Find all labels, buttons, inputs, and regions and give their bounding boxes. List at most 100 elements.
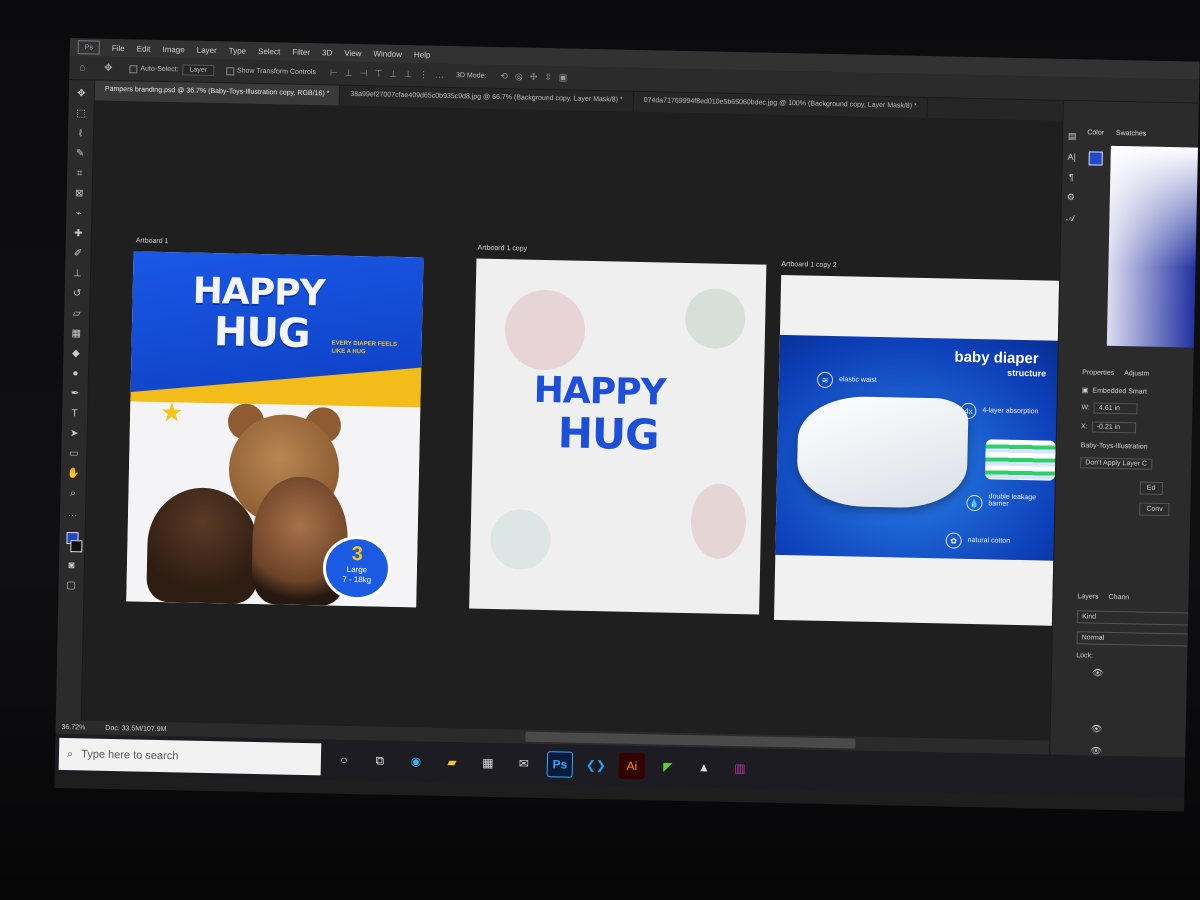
scale-3d-icon[interactable]: ▣ (559, 72, 568, 83)
glyphs-icon[interactable]: 𝒜 (1066, 213, 1075, 224)
menu-layer[interactable]: Layer (191, 45, 223, 55)
blur-icon[interactable]: ◆ (69, 346, 83, 360)
task-view-icon[interactable]: ⧉ (367, 747, 394, 774)
color-swatch[interactable] (1088, 151, 1103, 166)
type-icon[interactable]: T (67, 406, 81, 420)
layer-filter-kind[interactable]: Kind (1076, 610, 1190, 626)
align-middle-icon[interactable]: ⊥ (389, 69, 397, 80)
menu-view[interactable]: View (338, 48, 367, 58)
file-explorer-icon[interactable]: ▰ (439, 749, 466, 776)
illustrator-icon[interactable]: Ai (618, 752, 646, 780)
distribute-icon[interactable]: ⋮ (419, 69, 428, 80)
properties-icon[interactable]: ⚙ (1067, 192, 1075, 203)
more-tools-icon[interactable]: … (65, 506, 79, 520)
eyedropper-icon[interactable]: ⌁ (72, 206, 86, 220)
artboard-2[interactable]: HAPPY HUG (469, 258, 767, 615)
store-icon[interactable]: ▦ (475, 750, 502, 777)
align-left-icon[interactable]: ⊢ (330, 67, 338, 78)
orbit-icon[interactable]: ⟲ (500, 71, 508, 82)
blend-mode-dropdown[interactable]: Normal (1076, 631, 1189, 647)
tab-swatches[interactable]: Swatches (1116, 130, 1146, 138)
dodge-icon[interactable]: ● (68, 366, 82, 380)
background-color-swatch[interactable] (69, 540, 82, 553)
gradient-icon[interactable]: ▦ (69, 326, 83, 340)
menu-image[interactable]: Image (156, 44, 190, 54)
align-center-icon[interactable]: ⊥ (345, 68, 353, 79)
cortana-icon[interactable]: ○ (331, 747, 358, 774)
more-icon[interactable]: … (435, 70, 444, 81)
slide-3d-icon[interactable]: ⇳ (544, 72, 552, 83)
roll-icon[interactable]: ◎ (515, 71, 523, 82)
edge-icon[interactable]: ◉ (403, 748, 430, 775)
menu-help[interactable]: Help (408, 50, 437, 60)
pen-icon[interactable]: ✒ (68, 386, 82, 400)
photoshop-icon[interactable]: Ps (546, 751, 574, 778)
auto-select-dropdown[interactable]: Layer (182, 64, 215, 77)
screen-mode-icon[interactable]: ▢ (64, 578, 78, 592)
tab-color[interactable]: Color (1087, 129, 1104, 136)
show-transform-checkbox[interactable] (225, 66, 235, 75)
shape-icon[interactable]: ▭ (67, 446, 81, 460)
stamp-icon[interactable]: ⊥ (70, 266, 84, 280)
menu-3d[interactable]: 3D (316, 48, 338, 57)
edit-contents-button[interactable]: Ed (1139, 481, 1163, 495)
menu-window[interactable]: Window (367, 49, 408, 59)
align-right-icon[interactable]: ⊣ (360, 68, 368, 79)
zoom-icon[interactable]: ⌕ (66, 486, 80, 500)
artboard-1[interactable]: HAPPY HUG EVERY DIAPER FEELS LIKE A HUG … (126, 251, 424, 608)
character-icon[interactable]: A| (1067, 152, 1076, 162)
lasso-icon[interactable]: ℓ (73, 126, 87, 140)
quick-mask-icon[interactable]: ◙ (64, 558, 78, 572)
artboard-3-label[interactable]: Artboard 1 copy 2 (781, 261, 836, 269)
inkscape-icon[interactable]: ▲ (691, 754, 718, 781)
winrar-icon[interactable]: ▥ (727, 755, 754, 782)
width-field[interactable]: 4.61 in (1093, 402, 1139, 415)
ps-logo-icon[interactable]: Ps (77, 40, 100, 55)
history-brush-icon[interactable]: ↺ (70, 286, 84, 300)
x-field[interactable]: -0.21 in (1091, 421, 1136, 434)
home-icon[interactable]: ⌂ (75, 61, 89, 75)
green-app-icon[interactable]: ◤ (655, 753, 682, 780)
menu-type[interactable]: Type (223, 46, 253, 56)
tab-properties[interactable]: Properties (1082, 369, 1114, 377)
taskbar-search[interactable]: ⌕ Type here to search (58, 737, 322, 776)
crop-icon[interactable]: ⌗ (73, 166, 87, 180)
hand-icon[interactable]: ✋ (66, 466, 80, 480)
canvas-area[interactable]: Artboard 1 HAPPY HUG EVERY DIAPER FEELS … (81, 100, 1072, 741)
menu-edit[interactable]: Edit (131, 44, 157, 54)
convert-button[interactable]: Conv (1139, 502, 1170, 517)
eraser-icon[interactable]: ▱ (70, 306, 84, 320)
vscode-icon[interactable]: ❮❯ (583, 752, 610, 779)
mail-icon[interactable]: ✉ (511, 750, 538, 777)
move-icon[interactable]: ✥ (74, 86, 88, 100)
tab-layers[interactable]: Layers (1077, 593, 1098, 600)
path-select-icon[interactable]: ➤ (67, 426, 81, 440)
align-bottom-icon[interactable]: ⊥ (404, 69, 412, 80)
menu-select[interactable]: Select (252, 46, 286, 56)
drag-3d-icon[interactable]: ✣ (530, 72, 538, 83)
artboard-2-label[interactable]: Artboard 1 copy (478, 245, 528, 253)
brush-icon[interactable]: ✐ (71, 246, 85, 260)
quick-select-icon[interactable]: ✎ (73, 146, 87, 160)
structure-subtitle: structure (1007, 367, 1047, 379)
paragraph-icon[interactable]: ¶ (1069, 172, 1074, 182)
frame-icon[interactable]: ⊠ (72, 186, 86, 200)
marquee-icon[interactable]: ⬚ (74, 106, 88, 120)
color-picker-field[interactable] (1106, 145, 1199, 348)
align-top-icon[interactable]: ⊤ (374, 68, 382, 79)
history-icon[interactable]: ▤ (1068, 131, 1077, 142)
visibility-eye-icon[interactable]: 👁 (1091, 724, 1103, 735)
auto-select-checkbox[interactable] (129, 64, 138, 73)
menu-filter[interactable]: Filter (286, 47, 316, 57)
move-tool-icon[interactable]: ✥ (101, 61, 115, 75)
zoom-level[interactable]: 36.72% (61, 723, 85, 730)
healing-icon[interactable]: ✚ (71, 226, 85, 240)
tab-adjustments[interactable]: Adjustm (1124, 370, 1149, 378)
visibility-eye-icon[interactable]: 👁 (1092, 668, 1104, 679)
artboard-1-label[interactable]: Artboard 1 (136, 237, 169, 245)
layer-comp-dropdown[interactable]: Don't Apply Layer C (1080, 457, 1153, 470)
artboard-3[interactable]: baby diaper structure ≋ elastic waist 4x… (773, 274, 1072, 626)
menu-file[interactable]: File (106, 43, 131, 53)
size-number: 3 (351, 543, 364, 566)
tab-channels[interactable]: Chann (1108, 594, 1129, 601)
